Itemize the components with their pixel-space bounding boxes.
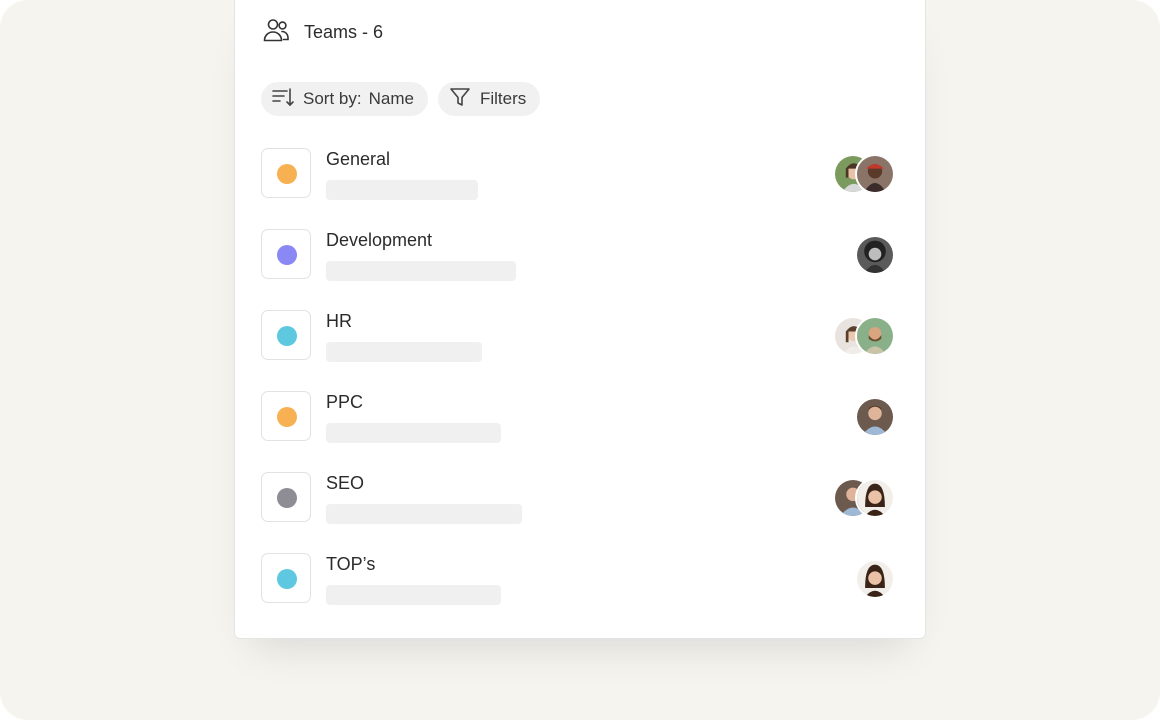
team-description-placeholder [326, 180, 478, 200]
team-row-general[interactable]: General [261, 148, 901, 202]
avatar-man-shirt[interactable] [855, 397, 895, 437]
team-row-tops[interactable]: TOP’s [261, 553, 901, 607]
team-members [833, 316, 895, 356]
avatar-woman-smile[interactable] [855, 559, 895, 599]
team-members [833, 154, 895, 194]
list-controls: Sort by: Name Filters [261, 82, 541, 116]
team-description-placeholder [326, 423, 501, 443]
filters-label: Filters [479, 89, 527, 108]
sort-icon [271, 85, 303, 114]
team-description-placeholder [326, 504, 522, 524]
team-color-dot [277, 164, 297, 184]
team-name: SEO [326, 473, 365, 493]
team-color-dot [277, 407, 297, 427]
team-color-tile [261, 310, 311, 360]
filters-button[interactable]: Filters [437, 82, 541, 116]
team-members [855, 559, 895, 599]
team-color-tile [261, 148, 311, 198]
avatar-man-beard[interactable] [855, 316, 895, 356]
sort-button[interactable]: Sort by: Name [261, 82, 428, 116]
team-color-tile [261, 391, 311, 441]
team-name: PPC [326, 392, 364, 412]
team-color-dot [277, 326, 297, 346]
team-description-placeholder [326, 585, 501, 605]
teams-panel: Teams - 6 Sort by: Name Filters General … [234, 0, 926, 639]
team-row-seo[interactable]: SEO [261, 472, 901, 526]
sort-label: Sort by: [303, 89, 362, 108]
team-row-ppc[interactable]: PPC [261, 391, 901, 445]
team-row-development[interactable]: Development [261, 229, 901, 283]
team-members [833, 478, 895, 518]
teams-header: Teams - 6 [262, 18, 383, 46]
users-icon [262, 16, 290, 49]
team-color-tile [261, 553, 311, 603]
team-row-hr[interactable]: HR [261, 310, 901, 364]
team-color-dot [277, 488, 297, 508]
filter-icon [448, 85, 480, 114]
team-color-tile [261, 229, 311, 279]
avatar-woman-bw[interactable] [855, 235, 895, 275]
avatar-woman-smile[interactable] [855, 478, 895, 518]
team-color-dot [277, 569, 297, 589]
team-members [855, 235, 895, 275]
avatar-man-hat[interactable] [855, 154, 895, 194]
sort-value: Name [368, 89, 414, 108]
teams-title: Teams - 6 [304, 21, 384, 42]
team-name: TOP’s [326, 554, 376, 574]
page-background: Teams - 6 Sort by: Name Filters General … [0, 0, 1160, 720]
team-color-dot [277, 245, 297, 265]
team-members [855, 397, 895, 437]
team-description-placeholder [326, 342, 482, 362]
team-name: Development [326, 230, 433, 250]
team-color-tile [261, 472, 311, 522]
team-description-placeholder [326, 261, 516, 281]
team-name: General [326, 149, 391, 169]
team-name: HR [326, 311, 352, 331]
